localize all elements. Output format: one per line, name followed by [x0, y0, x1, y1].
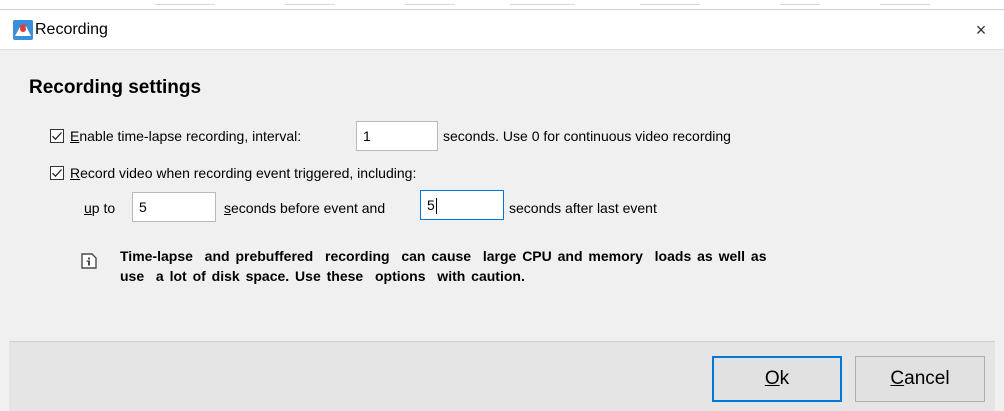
up-to-label: up to — [84, 200, 115, 216]
interval-suffix: seconds. Use 0 for continuous video reco… — [443, 128, 731, 144]
event-recording-label-text: ecord video when recording event trigger… — [80, 165, 417, 181]
checkmark-icon — [52, 132, 62, 141]
seconds-before-mnemonic: s — [224, 200, 231, 216]
timelapse-mnemonic: E — [70, 128, 80, 144]
up-to-mnemonic: u — [84, 200, 92, 216]
seconds-before-label: seconds before event and — [224, 200, 385, 216]
interval-input[interactable]: 1 — [356, 121, 438, 151]
timelapse-label[interactable]: Enable time-lapse recording, interval: — [70, 128, 301, 144]
recording-dialog: Recording × Recording settings Enable ti… — [0, 0, 1004, 411]
timelapse-label-text: nable time-lapse recording, interval: — [79, 128, 302, 144]
window-title: Recording — [35, 21, 108, 38]
title-bar: Recording × — [0, 9, 1004, 50]
caution-line-2: use a lot of disk space. Use these optio… — [120, 268, 525, 284]
close-icon: × — [975, 19, 987, 40]
ok-button[interactable]: Ok — [712, 356, 842, 402]
section-heading: Recording settings — [29, 77, 202, 98]
caution-line-1: Time-lapse and prebuffered recording can… — [120, 248, 767, 264]
ok-mnemonic: O — [764, 368, 780, 389]
app-logo-icon — [13, 20, 33, 40]
seconds-after-label: seconds after last event — [509, 200, 657, 216]
cancel-button[interactable]: Cancel — [855, 356, 985, 402]
up-to-text: p to — [91, 200, 116, 216]
dialog-footer: Ok Cancel — [9, 341, 995, 411]
seconds-after-input[interactable]: 5 — [420, 190, 504, 220]
caution-note: Time-lapse and prebuffered recording can… — [120, 246, 910, 286]
cancel-mnemonic: C — [890, 368, 905, 389]
interval-value: 1 — [363, 128, 371, 144]
ok-label: k — [779, 368, 790, 389]
event-recording-checkbox[interactable] — [50, 166, 64, 180]
text-caret — [435, 198, 437, 215]
cancel-label: ancel — [904, 368, 950, 389]
event-recording-label[interactable]: Record video when recording event trigge… — [70, 165, 416, 181]
seconds-before-input[interactable]: 5 — [132, 192, 216, 222]
dialog-content: Recording settings Enable time-lapse rec… — [9, 50, 995, 341]
close-button[interactable]: × — [958, 10, 1004, 50]
seconds-after-value: 5 — [427, 197, 435, 213]
info-icon — [81, 253, 97, 269]
checkmark-icon — [52, 169, 62, 178]
event-recording-mnemonic: R — [70, 165, 81, 181]
timelapse-checkbox[interactable] — [50, 129, 64, 143]
seconds-before-value: 5 — [139, 199, 147, 215]
seconds-before-text: econds before event and — [231, 200, 386, 216]
